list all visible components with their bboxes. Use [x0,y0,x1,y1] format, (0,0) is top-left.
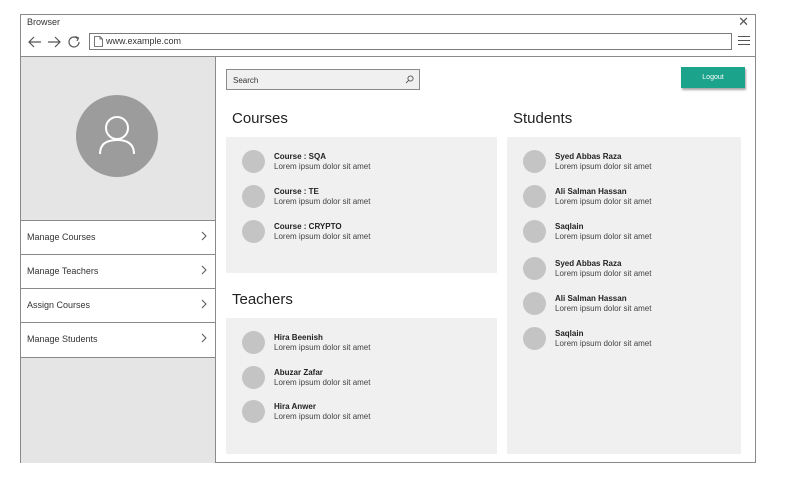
teachers-heading: Teachers [232,291,293,308]
student-list-item[interactable]: Syed Abbas Raza Lorem ipsum dolor sit am… [523,257,743,283]
refresh-icon[interactable] [66,34,82,50]
student-list-item[interactable]: Saqlain Lorem ipsum dolor sit amet [523,220,743,246]
sidebar-item-label: Assign Courses [27,300,91,310]
student-name: Syed Abbas Raza [555,259,622,268]
sidebar-item-manage-students[interactable]: Manage Students [21,322,215,358]
logout-button[interactable]: Logout [681,67,745,88]
user-icon [99,116,135,155]
course-description: Lorem ipsum dolor sit amet [274,162,371,171]
student-list-item[interactable]: Saqlain Lorem ipsum dolor sit amet [523,327,743,353]
teachers-panel: Hira Beenish Lorem ipsum dolor sit amet … [226,318,497,454]
teacher-list-item[interactable]: Hira Anwer Lorem ipsum dolor sit amet [242,400,462,426]
sidebar-item-label: Manage Teachers [27,266,99,276]
sidebar-item-assign-courses[interactable]: Assign Courses [21,288,215,322]
course-list-item[interactable]: Course : CRYPTO Lorem ipsum dolor sit am… [242,220,462,246]
teacher-name: Hira Anwer [274,402,316,411]
chevron-right-icon [201,333,207,343]
students-panel: Syed Abbas Raza Lorem ipsum dolor sit am… [507,137,741,454]
url-bar[interactable]: www.example.com [89,33,732,50]
course-thumbnail [242,220,265,243]
hamburger-menu-icon[interactable] [738,35,750,46]
student-avatar [523,185,546,208]
student-avatar [523,150,546,173]
student-description: Lorem ipsum dolor sit amet [555,232,652,241]
teacher-description: Lorem ipsum dolor sit amet [274,343,371,352]
course-thumbnail [242,185,265,208]
student-description: Lorem ipsum dolor sit amet [555,304,652,313]
teacher-description: Lorem ipsum dolor sit amet [274,378,371,387]
teacher-list-item[interactable]: Hira Beenish Lorem ipsum dolor sit amet [242,331,462,357]
student-description: Lorem ipsum dolor sit amet [555,269,652,278]
browser-title: Browser [27,17,61,27]
student-avatar [523,220,546,243]
title-bar: Browser ✕ [21,15,755,31]
chevron-right-icon [201,231,207,241]
search-icon[interactable] [405,75,414,84]
course-name: Course : SQA [274,152,327,161]
teacher-avatar [242,331,265,354]
student-list-item[interactable]: Ali Salman Hassan Lorem ipsum dolor sit … [523,185,743,211]
search-input[interactable]: Search [226,69,420,90]
sidebar-item-manage-teachers[interactable]: Manage Teachers [21,254,215,288]
student-name: Saqlain [555,329,584,338]
page-content: Manage Courses Manage Teachers Assign Co… [21,56,755,463]
sidebar-item-label: Manage Students [27,334,98,344]
student-description: Lorem ipsum dolor sit amet [555,197,652,206]
forward-arrow-icon[interactable] [46,34,62,50]
student-avatar [523,327,546,350]
back-arrow-icon[interactable] [27,34,43,50]
teacher-avatar [242,400,265,423]
page-icon [94,36,103,47]
student-description: Lorem ipsum dolor sit amet [555,339,652,348]
search-placeholder: Search [233,76,259,85]
student-avatar [523,292,546,315]
courses-panel: Course : SQA Lorem ipsum dolor sit amet … [226,137,497,273]
student-name: Ali Salman Hassan [555,187,627,196]
chevron-right-icon [201,299,207,309]
teacher-list-item[interactable]: Abuzar Zafar Lorem ipsum dolor sit amet [242,366,462,392]
sidebar-item-manage-courses[interactable]: Manage Courses [21,220,215,254]
course-description: Lorem ipsum dolor sit amet [274,232,371,241]
course-thumbnail [242,150,265,173]
close-icon[interactable]: ✕ [738,15,749,29]
teacher-avatar [242,366,265,389]
navigation-bar: www.example.com [21,31,755,53]
sidebar: Manage Courses Manage Teachers Assign Co… [21,57,216,463]
students-heading: Students [513,110,573,127]
sidebar-item-label: Manage Courses [27,232,96,242]
course-list-item[interactable]: Course : TE Lorem ipsum dolor sit amet [242,185,462,211]
sidebar-menu: Manage Courses Manage Teachers Assign Co… [21,220,215,358]
student-description: Lorem ipsum dolor sit amet [555,162,652,171]
teacher-name: Abuzar Zafar [274,368,323,377]
student-list-item[interactable]: Ali Salman Hassan Lorem ipsum dolor sit … [523,292,743,318]
course-name: Course : TE [274,187,319,196]
student-avatar [523,257,546,280]
course-list-item[interactable]: Course : SQA Lorem ipsum dolor sit amet [242,150,462,176]
student-list-item[interactable]: Syed Abbas Raza Lorem ipsum dolor sit am… [523,150,743,176]
student-name: Ali Salman Hassan [555,294,627,303]
teacher-description: Lorem ipsum dolor sit amet [274,412,371,421]
course-description: Lorem ipsum dolor sit amet [274,197,371,206]
courses-heading: Courses [232,110,288,127]
browser-window: Browser ✕ www.example.com Manage Courses… [20,14,756,463]
url-text: www.example.com [106,36,182,46]
student-name: Syed Abbas Raza [555,152,622,161]
teacher-name: Hira Beenish [274,333,323,342]
avatar [76,95,158,177]
main-area: Search Logout Courses Course : SQA Lorem… [216,57,755,463]
chevron-right-icon [201,265,207,275]
course-name: Course : CRYPTO [274,222,342,231]
student-name: Saqlain [555,222,584,231]
